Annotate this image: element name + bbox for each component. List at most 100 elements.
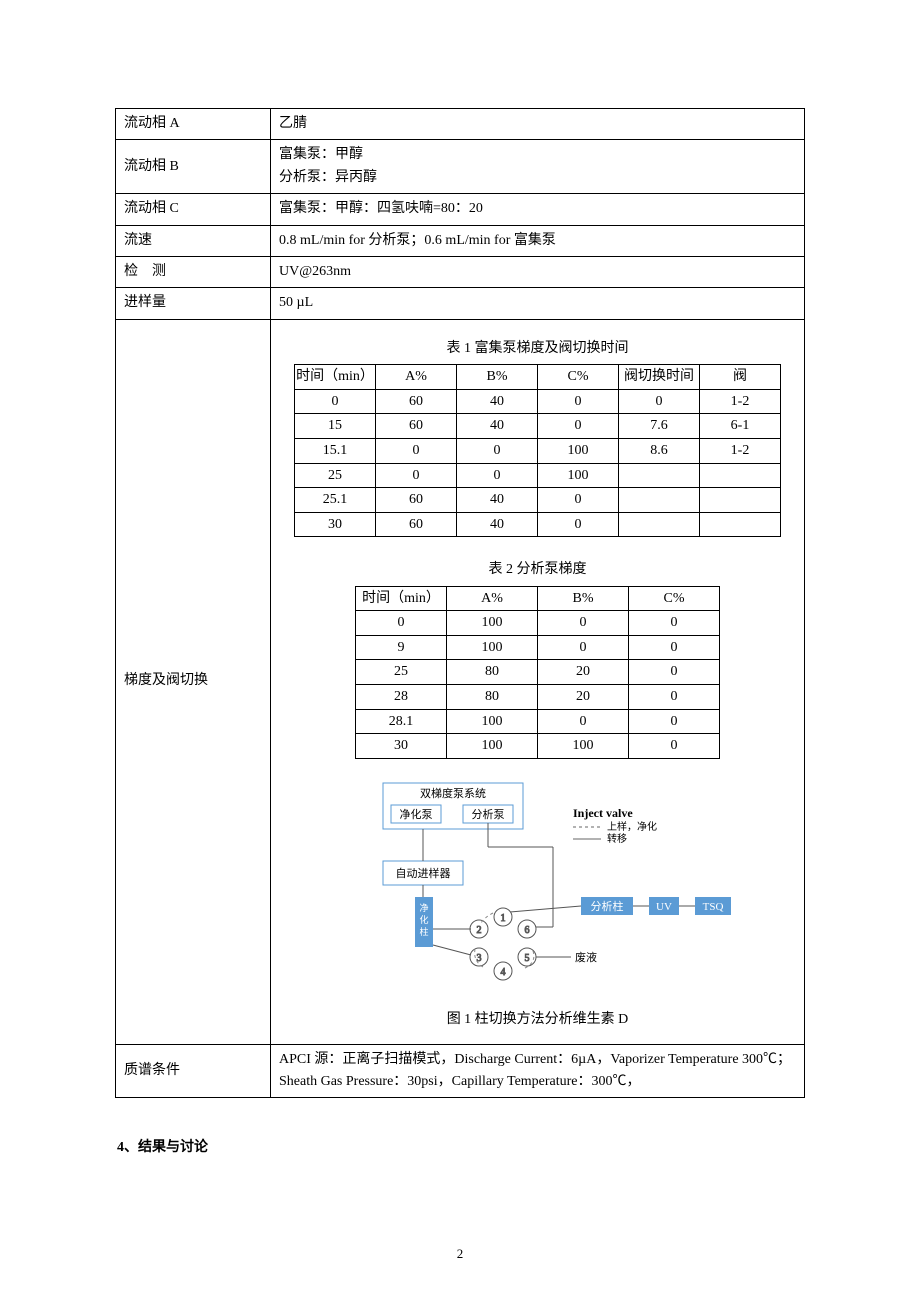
fig-legend-solid: 转移 <box>607 832 627 845</box>
table2-cell: 0 <box>538 611 629 636</box>
fig-autosampler: 自动进样器 <box>395 866 450 880</box>
table2: 时间（min） A% B% C% 01000091000025802002880… <box>355 586 720 759</box>
table2-cell: 28 <box>356 685 447 710</box>
table2-cell: 100 <box>447 635 538 660</box>
t1-h-time: 时间（min） <box>295 365 376 390</box>
table1-cell: 60 <box>376 389 457 414</box>
label-inject: 进样量 <box>116 288 271 319</box>
svg-text:化: 化 <box>419 914 428 925</box>
table1-cell: 100 <box>538 463 619 488</box>
svg-text:净: 净 <box>419 902 428 913</box>
row-mobile-a: 流动相 A 乙腈 <box>116 109 805 140</box>
results-heading: 4、结果与讨论 <box>117 1136 805 1156</box>
table2-cell: 100 <box>447 709 538 734</box>
table1-cell: 0 <box>619 389 700 414</box>
row-detect: 检 测 UV@263nm <box>116 256 805 287</box>
value-mobile-c: 富集泵：甲醇：四氢呋喃=80：20 <box>271 194 805 225</box>
value-flow: 0.8 mL/min for 分析泵；0.6 mL/min for 富集泵 <box>271 225 805 256</box>
figure1-svg: 双梯度泵系统 净化泵 分析泵 自动进样器 Inject valve 上样，净化 <box>323 777 753 997</box>
table1-cell: 0 <box>538 389 619 414</box>
svg-text:2: 2 <box>476 925 481 936</box>
table1-row: 06040001-2 <box>295 389 781 414</box>
table1-cell <box>619 463 700 488</box>
fig-purify-pump: 净化泵 <box>399 807 432 821</box>
table1-title: 表 1 富集泵梯度及阀切换时间 <box>279 338 796 360</box>
row-flow: 流速 0.8 mL/min for 分析泵；0.6 mL/min for 富集泵 <box>116 225 805 256</box>
svg-text:柱: 柱 <box>419 926 428 937</box>
value-ms: APCI 源：正离子扫描模式，Discharge Current：6µA，Vap… <box>271 1044 805 1098</box>
table2-row: 910000 <box>356 635 720 660</box>
table1-cell: 0 <box>376 463 457 488</box>
table1-cell: 40 <box>457 512 538 537</box>
table1-cell <box>700 463 781 488</box>
table1-cell <box>619 512 700 537</box>
fig-uv: UV <box>656 901 672 913</box>
page-number: 2 <box>0 1246 920 1262</box>
table1-cell: 25.1 <box>295 488 376 513</box>
table2-cell: 9 <box>356 635 447 660</box>
fig-legend-dash: 上样，净化 <box>607 820 657 833</box>
table1-row: 3060400 <box>295 512 781 537</box>
table1-cell: 40 <box>457 414 538 439</box>
row-gradient: 梯度及阀切换 表 1 富集泵梯度及阀切换时间 时间（min） A% B% C% … <box>116 319 805 1044</box>
table1-cell <box>619 488 700 513</box>
table1-cell <box>700 488 781 513</box>
table1-row: 2500100 <box>295 463 781 488</box>
t1-h-c: C% <box>538 365 619 390</box>
label-mobile-c: 流动相 C <box>116 194 271 225</box>
row-mobile-c: 流动相 C 富集泵：甲醇：四氢呋喃=80：20 <box>116 194 805 225</box>
table2-title: 表 2 分析泵梯度 <box>279 559 796 581</box>
fig-analyze-col: 分析柱 <box>590 899 623 913</box>
table1-cell: 15 <box>295 414 376 439</box>
table1: 时间（min） A% B% C% 阀切换时间 阀 06040001-215604… <box>294 364 781 537</box>
figure1-caption: 图 1 柱切换方法分析维生素 D <box>279 1009 796 1031</box>
mobile-b-line1: 富集泵：甲醇 <box>279 147 363 162</box>
table2-cell: 28.1 <box>356 709 447 734</box>
table2-cell: 0 <box>629 635 720 660</box>
t1-h-b: B% <box>457 365 538 390</box>
fig-analyze-pump: 分析泵 <box>471 807 504 821</box>
table1-cell: 60 <box>376 414 457 439</box>
label-ms: 质谱条件 <box>116 1044 271 1098</box>
table1-cell: 0 <box>538 414 619 439</box>
figure1: 双梯度泵系统 净化泵 分析泵 自动进样器 Inject valve 上样，净化 <box>279 777 796 1032</box>
table2-cell: 0 <box>629 611 720 636</box>
table2-cell: 0 <box>538 635 629 660</box>
value-gradient: 表 1 富集泵梯度及阀切换时间 时间（min） A% B% C% 阀切换时间 阀… <box>271 319 805 1044</box>
label-flow: 流速 <box>116 225 271 256</box>
table2-cell: 0 <box>629 685 720 710</box>
fig-dual-pump: 双梯度泵系统 <box>420 786 486 800</box>
t1-h-vtime: 阀切换时间 <box>619 365 700 390</box>
table1-cell: 0 <box>457 438 538 463</box>
table2-row: 010000 <box>356 611 720 636</box>
value-detect: UV@263nm <box>271 256 805 287</box>
table2-cell: 0 <box>629 660 720 685</box>
fig-waste: 废液 <box>575 950 597 964</box>
table1-cell: 15.1 <box>295 438 376 463</box>
row-mobile-b: 流动相 B 富集泵：甲醇 分析泵：异丙醇 <box>116 140 805 194</box>
table1-cell: 40 <box>457 488 538 513</box>
table1-cell: 6-1 <box>700 414 781 439</box>
t2-h-b: B% <box>538 586 629 611</box>
label-detect: 检 测 <box>116 256 271 287</box>
table1-cell: 0 <box>538 512 619 537</box>
table2-cell: 100 <box>447 611 538 636</box>
fig-tsq: TSQ <box>702 901 723 913</box>
mobile-b-line2: 分析泵：异丙醇 <box>279 170 377 185</box>
table2-cell: 100 <box>447 734 538 759</box>
table1-row: 25.160400 <box>295 488 781 513</box>
value-mobile-a: 乙腈 <box>271 109 805 140</box>
parameters-table: 流动相 A 乙腈 流动相 B 富集泵：甲醇 分析泵：异丙醇 流动相 C 富集泵：… <box>115 108 805 1098</box>
table2-cell: 0 <box>538 709 629 734</box>
table2-cell: 20 <box>538 685 629 710</box>
t2-h-time: 时间（min） <box>356 586 447 611</box>
table2-cell: 100 <box>538 734 629 759</box>
t1-h-valve: 阀 <box>700 365 781 390</box>
table1-cell: 7.6 <box>619 414 700 439</box>
table1-cell: 0 <box>295 389 376 414</box>
table2-cell: 30 <box>356 734 447 759</box>
table1-cell: 100 <box>538 438 619 463</box>
t2-h-a: A% <box>447 586 538 611</box>
svg-text:6: 6 <box>524 925 529 936</box>
t2-h-c: C% <box>629 586 720 611</box>
